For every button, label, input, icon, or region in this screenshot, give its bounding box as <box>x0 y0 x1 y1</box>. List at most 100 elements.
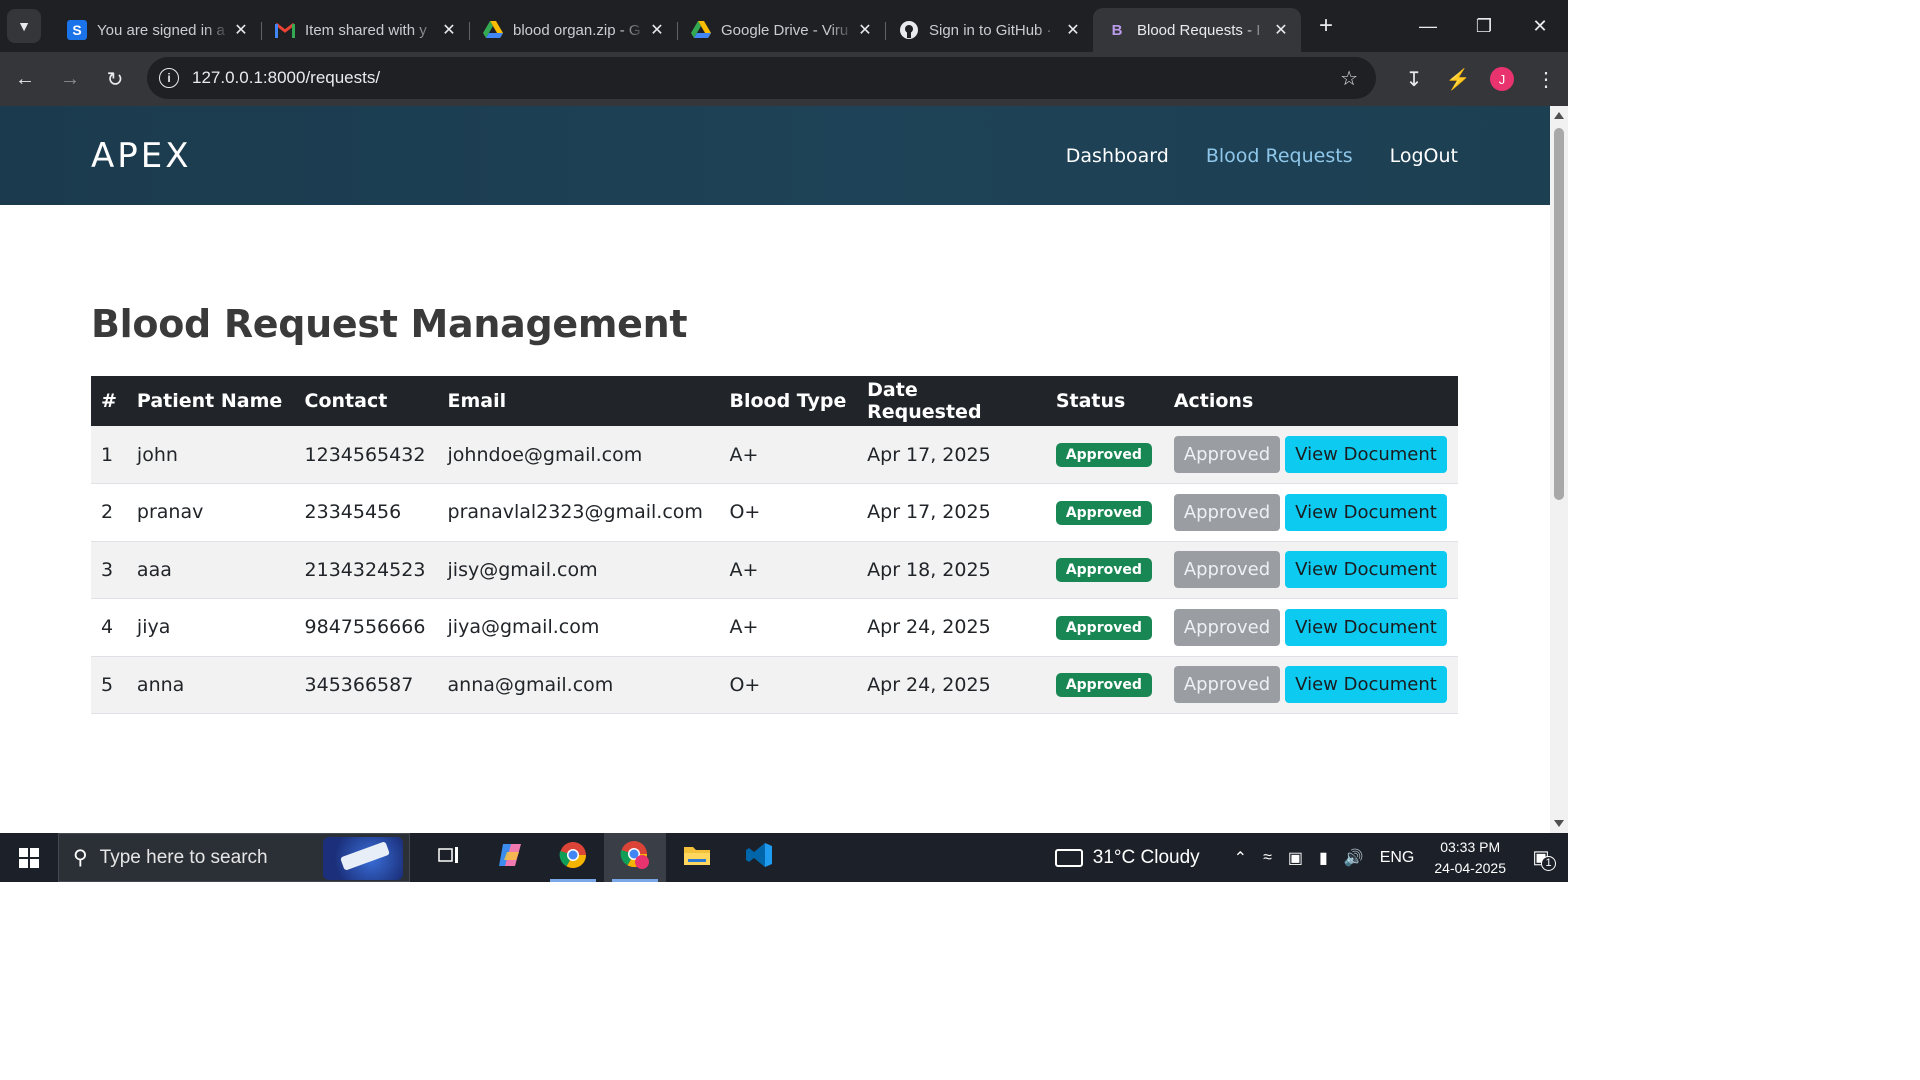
cell-status: Approved <box>1045 541 1164 599</box>
browser-tab[interactable]: Item shared with y ✕ <box>261 8 469 52</box>
plus-icon: + <box>1318 12 1333 39</box>
speed-icon: ⚡ <box>1445 68 1471 91</box>
taskbar-search[interactable]: ⚲ Type here to search <box>58 833 410 882</box>
view-document-button[interactable]: View Document <box>1285 608 1447 646</box>
col-header-number: # <box>101 390 117 412</box>
page-title: Blood Request Management <box>91 302 688 346</box>
page-viewport: APEX Dashboard Blood Requests LogOut Blo… <box>0 106 1550 833</box>
requests-table: # Patient Name Contact Email Blood Type … <box>91 376 1458 714</box>
approved-button[interactable]: Approved <box>1173 666 1281 704</box>
view-document-button[interactable]: View Document <box>1285 493 1447 531</box>
col-header-contact: Contact <box>304 390 388 412</box>
nav-logout[interactable]: LogOut <box>1390 145 1458 167</box>
wifi-icon[interactable]: ≈ <box>1263 849 1272 867</box>
tab-title: Google Drive - Viru <box>721 21 849 39</box>
close-tab-icon[interactable]: ✕ <box>855 20 875 40</box>
close-window-button[interactable]: ✕ <box>1512 0 1568 52</box>
new-tab-button[interactable]: + <box>1309 9 1343 43</box>
col-header-email: Email <box>447 390 507 412</box>
chevron-up-icon[interactable]: ⌃ <box>1234 848 1247 868</box>
close-tab-icon[interactable]: ✕ <box>439 20 459 40</box>
downloads-button[interactable]: ↧ <box>1392 59 1436 99</box>
weather-widget[interactable]: 31°C Cloudy <box>1054 847 1200 869</box>
vscode-button[interactable] <box>728 833 790 882</box>
cell-patient-name: aaa <box>126 541 295 599</box>
device-icon[interactable]: ▣ <box>1288 848 1303 868</box>
browser-toolbar: ← → ↻ i 127.0.0.1:8000/requests/ ☆ ↧ ⚡ J… <box>0 52 1568 106</box>
windows-taskbar: ⚲ Type here to search 31°C Cloudy ⌃ ≈ ▣ <box>0 833 1568 882</box>
col-header-date-requested: Date Requested <box>867 379 982 423</box>
copilot-icon <box>497 842 525 873</box>
copilot-button[interactable] <box>480 833 542 882</box>
cell-blood-type: O+ <box>719 483 858 542</box>
language-indicator[interactable]: ENG <box>1380 849 1415 867</box>
browser-tab-active[interactable]: B Blood Requests - I ✕ <box>1093 8 1301 52</box>
close-tab-icon[interactable]: ✕ <box>231 20 251 40</box>
cell-blood-type: A+ <box>719 598 858 657</box>
minimize-button[interactable]: — <box>1400 0 1456 52</box>
approved-button[interactable]: Approved <box>1173 608 1281 646</box>
approved-button[interactable]: Approved <box>1173 493 1281 531</box>
col-header-blood-type: Blood Type <box>729 390 847 412</box>
clock[interactable]: 03:33 PM 24-04-2025 <box>1434 837 1506 879</box>
nav-dashboard[interactable]: Dashboard <box>1066 145 1169 167</box>
menu-button[interactable]: ⋮ <box>1524 59 1568 99</box>
nav-blood-requests[interactable]: Blood Requests <box>1206 145 1353 167</box>
cell-email: jisy@gmail.com <box>437 541 720 599</box>
chrome-button[interactable] <box>542 833 604 882</box>
profile-button[interactable]: J <box>1480 59 1524 99</box>
site-navbar: APEX Dashboard Blood Requests LogOut <box>0 106 1550 205</box>
bookmark-star-icon[interactable]: ☆ <box>1340 66 1358 91</box>
back-button[interactable]: ← <box>5 59 45 99</box>
page-scrollbar[interactable] <box>1550 106 1568 833</box>
forward-button[interactable]: → <box>50 59 90 99</box>
tab-title: Blood Requests - I <box>1137 21 1261 39</box>
restore-button[interactable]: ❐ <box>1456 0 1512 52</box>
table-row: 4 jiya 9847556666 jiya@gmail.com A+ Apr … <box>91 598 1458 657</box>
brand-logo[interactable]: APEX <box>91 136 192 176</box>
arrow-left-icon: ← <box>15 67 35 90</box>
scrollbar-thumb[interactable] <box>1554 128 1564 500</box>
close-tab-icon[interactable]: ✕ <box>1271 20 1291 40</box>
bootstrap-icon: B <box>1107 20 1127 40</box>
site-info-icon[interactable]: i <box>159 68 179 88</box>
browser-tab[interactable]: Google Drive - Viru ✕ <box>677 8 885 52</box>
col-header-status: Status <box>1055 390 1126 412</box>
view-document-button[interactable]: View Document <box>1285 436 1447 473</box>
close-tab-icon[interactable]: ✕ <box>1063 20 1083 40</box>
windows-logo-icon <box>19 847 39 868</box>
scroll-down-icon[interactable] <box>1554 820 1564 827</box>
system-tray: 31°C Cloudy ⌃ ≈ ▣ ▮ 🔊 ENG 03:33 PM 24-04… <box>1054 833 1568 882</box>
volume-icon[interactable]: 🔊 <box>1344 848 1364 868</box>
approved-button[interactable]: Approved <box>1173 551 1281 589</box>
file-explorer-button[interactable] <box>666 833 728 882</box>
cell-number: 4 <box>91 598 127 657</box>
google-drive-icon <box>483 20 503 40</box>
close-tab-icon[interactable]: ✕ <box>647 20 667 40</box>
cell-contact: 345366587 <box>294 656 438 714</box>
view-document-button[interactable]: View Document <box>1285 666 1447 704</box>
address-bar[interactable]: i 127.0.0.1:8000/requests/ ☆ <box>147 57 1376 99</box>
view-document-button[interactable]: View Document <box>1285 551 1447 589</box>
notifications-button[interactable]: ▣ 1 <box>1524 843 1558 873</box>
table-row: 2 pranav 23345456 pranavlal2323@gmail.co… <box>91 483 1458 542</box>
cell-patient-name: jiya <box>126 598 295 657</box>
approved-button[interactable]: Approved <box>1173 436 1281 473</box>
browser-tab[interactable]: blood organ.zip - G ✕ <box>469 8 677 52</box>
browser-tab[interactable]: S You are signed in a ✕ <box>53 8 261 52</box>
minimize-icon: — <box>1419 15 1437 36</box>
cell-contact: 2134324523 <box>294 541 438 599</box>
performance-button[interactable]: ⚡ <box>1436 59 1480 99</box>
scroll-up-icon[interactable] <box>1554 112 1564 119</box>
clock-time: 03:33 PM <box>1440 838 1501 855</box>
reload-button[interactable]: ↻ <box>95 59 135 99</box>
battery-icon[interactable]: ▮ <box>1319 848 1328 868</box>
start-button[interactable] <box>0 833 58 882</box>
cell-number: 1 <box>91 426 127 484</box>
tab-search-button[interactable]: ▼ <box>7 9 41 43</box>
browser-tab[interactable]: Sign in to GitHub · ✕ <box>885 8 1093 52</box>
cell-email: anna@gmail.com <box>437 656 720 714</box>
task-view-button[interactable] <box>418 833 480 882</box>
url-text[interactable]: 127.0.0.1:8000/requests/ <box>192 68 380 88</box>
chrome-profile-button[interactable] <box>604 833 666 882</box>
